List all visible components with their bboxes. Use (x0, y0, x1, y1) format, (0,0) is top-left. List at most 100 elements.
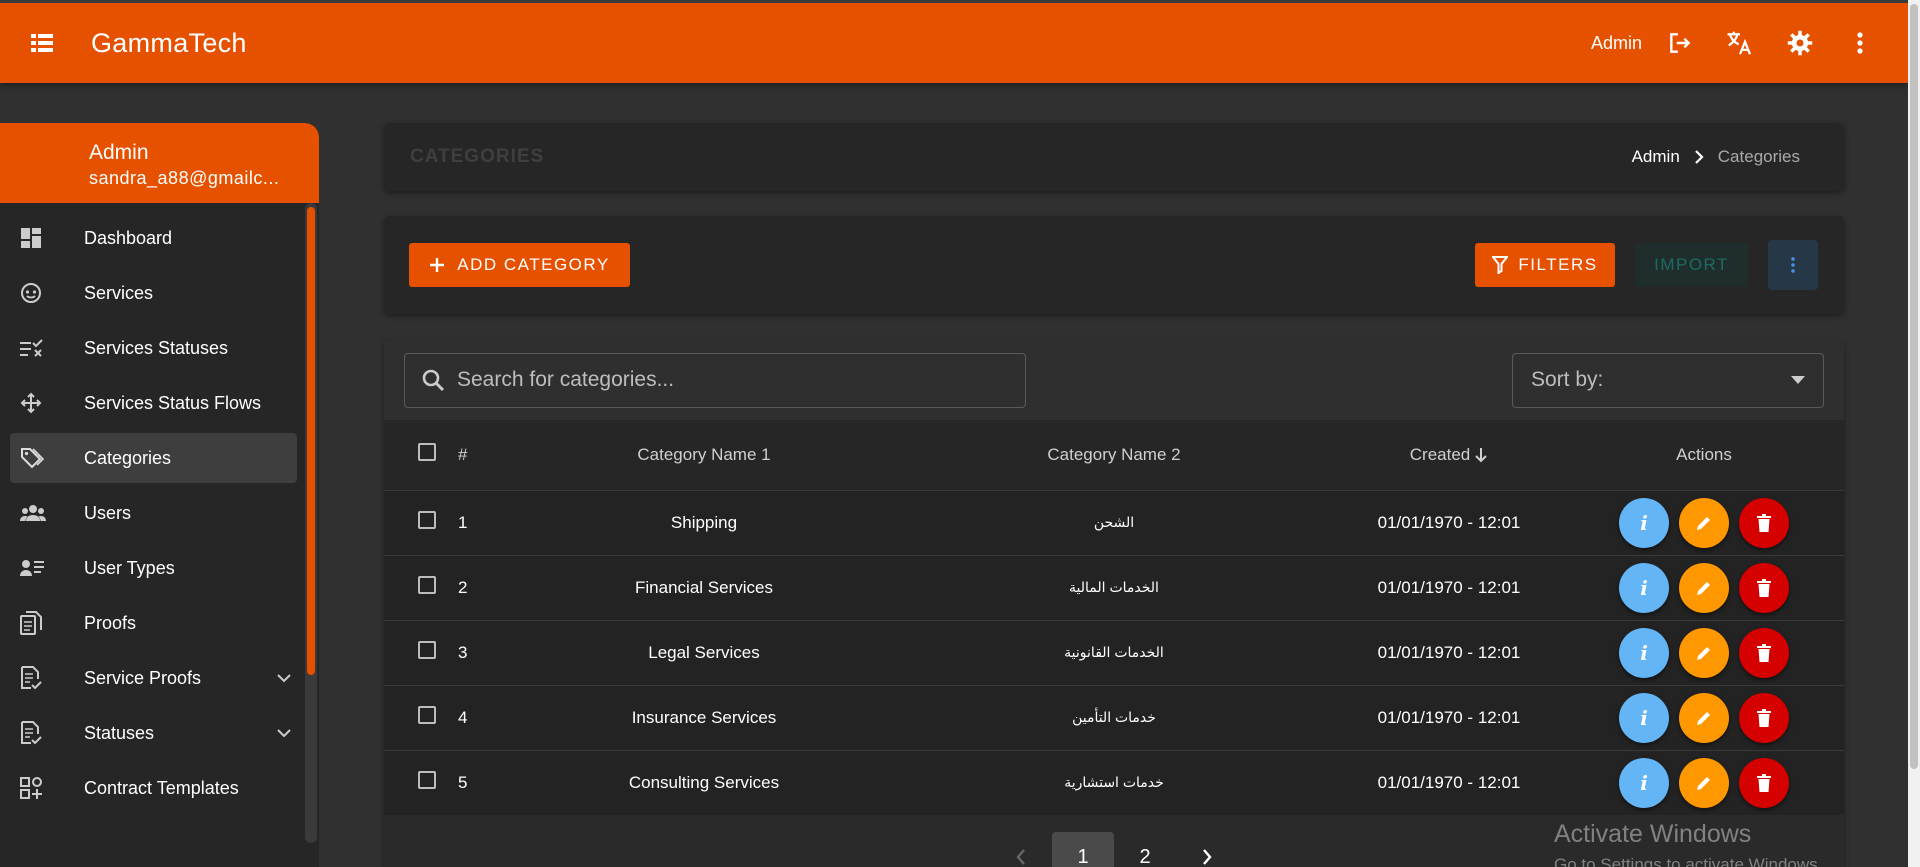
filters-button[interactable]: FILTERS (1475, 243, 1615, 287)
plus-icon (430, 258, 445, 272)
sidebar-item-user-types[interactable]: User Types (10, 543, 297, 593)
page-scrollbar[interactable] (1908, 0, 1920, 867)
category-name-1: Consulting Services (628, 772, 780, 792)
dropdown-arrow-icon (1791, 376, 1805, 384)
next-page-button[interactable] (1176, 832, 1238, 867)
chevron-down-icon[interactable] (277, 673, 291, 683)
settings-icon[interactable] (1770, 19, 1830, 67)
row-checkbox[interactable] (418, 771, 436, 790)
dashboard-icon (20, 227, 64, 249)
info-button[interactable]: i (1619, 627, 1669, 678)
row-checkbox[interactable] (418, 511, 436, 529)
page-title: CATEGORIES (410, 146, 545, 167)
logout-icon[interactable] (1650, 19, 1710, 67)
column-header-number: # (458, 444, 468, 464)
created-date: 01/01/1970 - 12:01 (1377, 642, 1521, 662)
delete-button[interactable] (1739, 627, 1789, 678)
sidebar-item-label: Categories (84, 447, 172, 468)
tags-icon (20, 447, 64, 469)
categories-table: # Category Name 1 Category Name 2 Create… (384, 420, 1844, 815)
sidebar-item-services[interactable]: Services (10, 268, 297, 318)
more-vert-icon[interactable] (1830, 19, 1890, 67)
info-button[interactable]: i (1619, 497, 1669, 548)
user-types-icon (20, 559, 64, 577)
chevron-down-icon[interactable] (277, 728, 291, 738)
search-box[interactable] (404, 352, 1026, 408)
table-row: 1 Shipping الشحن 01/01/1970 - 12:01 i (384, 490, 1844, 555)
sidebar-item-dashboard[interactable]: Dashboard (10, 213, 297, 263)
services-icon (20, 282, 64, 304)
sidebar-item-services-statuses[interactable]: Services Statuses (10, 323, 297, 373)
page-scrollbar-thumb[interactable] (1910, 4, 1918, 769)
sidebar-item-proofs[interactable]: Proofs (10, 598, 297, 648)
info-button[interactable]: i (1619, 757, 1669, 808)
column-header-name2[interactable]: Category Name 2 (894, 420, 1334, 490)
info-button[interactable]: i (1619, 692, 1669, 743)
flow-icon (20, 392, 64, 414)
row-number: 3 (458, 642, 468, 662)
arrow-down-icon (1475, 447, 1487, 463)
sidebar-item-services-status-flows[interactable]: Services Status Flows (10, 378, 297, 428)
delete-button[interactable] (1739, 757, 1789, 808)
toolbar-card: ADD CATEGORY FILTERS IMPORT (384, 216, 1844, 314)
row-checkbox[interactable] (418, 641, 436, 659)
edit-button[interactable] (1679, 627, 1729, 678)
edit-button[interactable] (1679, 692, 1729, 743)
sidebar-scrollbar[interactable] (305, 203, 317, 843)
activate-windows-watermark: Activate Windows Go to Settings to activ… (1554, 820, 1822, 867)
row-checkbox[interactable] (418, 706, 436, 724)
created-date: 01/01/1970 - 12:01 (1377, 577, 1521, 597)
users-icon (20, 504, 64, 522)
sidebar-scrollbar-thumb[interactable] (307, 207, 315, 675)
sidebar-item-label: User Types (84, 557, 175, 578)
page-button-1[interactable]: 1 (1052, 832, 1114, 867)
trash-icon (1757, 643, 1771, 662)
category-name-2: خدمات استشارية (1064, 774, 1164, 791)
service-proofs-icon (20, 666, 64, 690)
row-checkbox[interactable] (418, 576, 436, 594)
trash-icon (1757, 773, 1771, 792)
previous-page-button[interactable] (990, 832, 1052, 867)
info-icon: i (1640, 575, 1648, 600)
table-row: 4 Insurance Services خدمات التأمين 01/01… (384, 685, 1844, 750)
column-header-created-label: Created (1409, 444, 1471, 464)
sidebar-item-statuses[interactable]: Statuses (10, 708, 297, 758)
translate-icon[interactable] (1710, 19, 1770, 67)
page-title-card: CATEGORIES Admin Categories (384, 123, 1844, 191)
row-number: 1 (458, 512, 468, 532)
select-all-checkbox[interactable] (418, 443, 436, 462)
sidebar-item-service-proofs[interactable]: Service Proofs (10, 653, 297, 703)
row-number: 2 (458, 577, 468, 597)
delete-button[interactable] (1739, 562, 1789, 613)
sidebar-item-categories[interactable]: Categories (10, 433, 297, 483)
table-header-row: # Category Name 1 Category Name 2 Create… (384, 420, 1844, 490)
breadcrumb: Admin Categories (1632, 147, 1800, 167)
edit-button[interactable] (1679, 757, 1729, 808)
edit-button[interactable] (1679, 497, 1729, 548)
add-category-button[interactable]: ADD CATEGORY (409, 243, 630, 287)
menu-icon[interactable] (20, 21, 64, 65)
search-input[interactable] (457, 368, 997, 392)
column-header-name1[interactable]: Category Name 1 (514, 420, 894, 490)
column-header-created[interactable]: Created (1334, 420, 1564, 490)
templates-icon (20, 777, 64, 799)
sidebar-item-contract-templates[interactable]: Contract Templates (10, 763, 297, 813)
table-row: 2 Financial Services الخدمات المالية 01/… (384, 555, 1844, 620)
more-actions-button[interactable] (1768, 240, 1818, 290)
sort-by-select[interactable]: Sort by: (1512, 352, 1824, 408)
delete-button[interactable] (1739, 497, 1789, 548)
import-button[interactable]: IMPORT (1635, 243, 1748, 287)
category-name-1: Financial Services (635, 577, 773, 597)
info-button[interactable]: i (1619, 562, 1669, 613)
trash-icon (1757, 578, 1771, 597)
sort-by-label: Sort by: (1531, 368, 1604, 391)
breadcrumb-admin[interactable]: Admin (1632, 147, 1680, 167)
sidebar-item-users[interactable]: Users (10, 488, 297, 538)
delete-button[interactable] (1739, 692, 1789, 743)
current-user-label: Admin (1590, 32, 1642, 53)
chevron-right-icon (1694, 150, 1704, 164)
column-header-actions: Actions (1676, 444, 1732, 464)
edit-button[interactable] (1679, 562, 1729, 613)
page-button-2[interactable]: 2 (1114, 832, 1176, 867)
pencil-icon (1697, 711, 1710, 725)
